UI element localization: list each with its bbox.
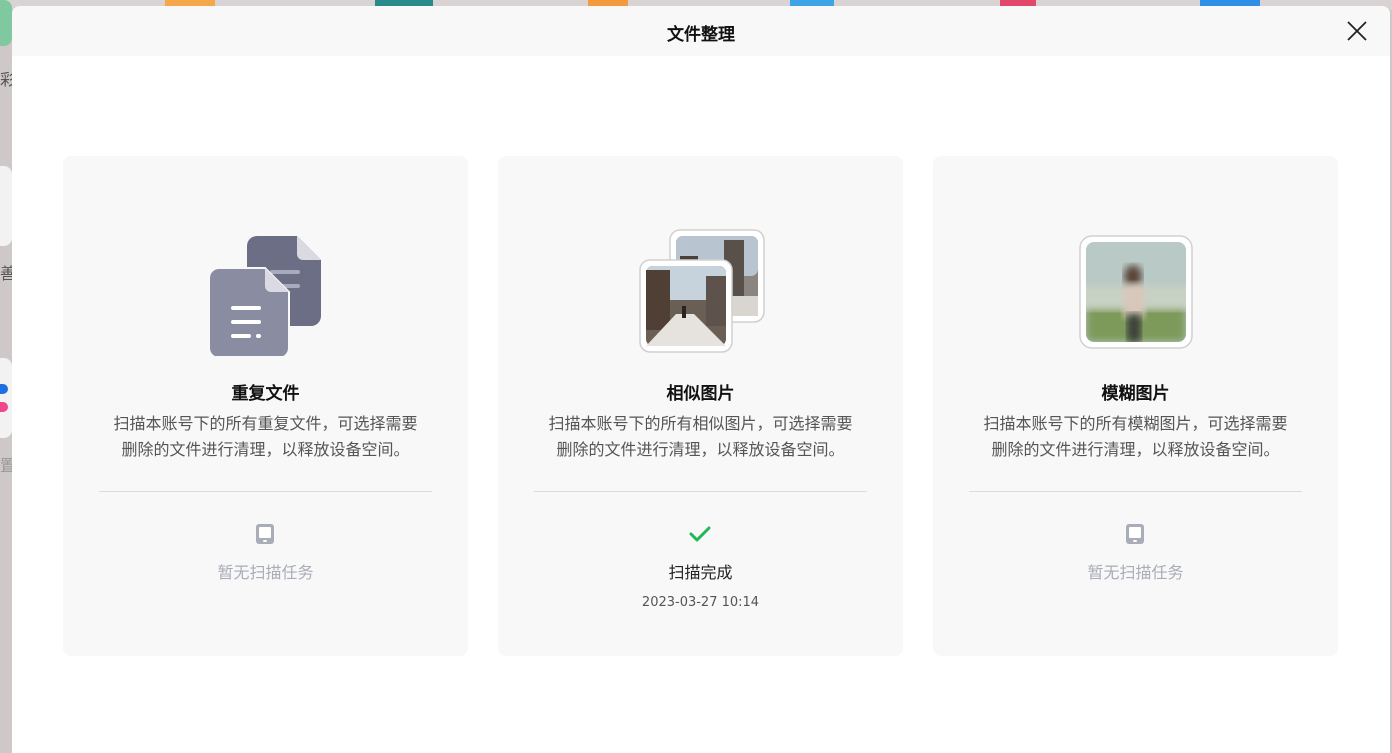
card-divider — [969, 491, 1302, 492]
card-description: 扫描本账号下的所有重复文件，可选择需要 删除的文件进行清理，以释放设备空间。 — [99, 411, 432, 463]
dialog-header: 文件整理 — [12, 6, 1390, 56]
card-description-line: 删除的文件进行清理，以释放设备空间。 — [121, 440, 410, 459]
card-title: 重复文件 — [231, 384, 300, 404]
desktop-app-icon — [0, 358, 12, 438]
scan-status: 扫描完成 — [668, 563, 733, 582]
card-title: 模糊图片 — [1101, 384, 1170, 404]
dialog-title: 文件整理 — [667, 25, 735, 45]
similar-images-icon — [498, 226, 903, 356]
card-description-line: 扫描本账号下的所有模糊图片，可选择需要 — [983, 414, 1288, 433]
card-similar-images[interactable]: 相似图片 扫描本账号下的所有相似图片，可选择需要 删除的文件进行清理，以释放设备… — [498, 156, 903, 656]
card-description-line: 删除的文件进行清理，以释放设备空间。 — [556, 440, 845, 459]
card-description-line: 删除的文件进行清理，以释放设备空间。 — [991, 440, 1280, 459]
scan-timestamp: 2023-03-27 10:14 — [641, 595, 760, 610]
scan-status: 暂无扫描任务 — [217, 563, 314, 582]
card-duplicate-files[interactable]: 重复文件 扫描本账号下的所有重复文件，可选择需要 删除的文件进行清理，以释放设备… — [63, 156, 468, 656]
card-description: 扫描本账号下的所有模糊图片，可选择需要 删除的文件进行清理，以释放设备空间。 — [969, 411, 1302, 463]
card-description-line: 扫描本账号下的所有重复文件，可选择需要 — [113, 414, 418, 433]
desktop-app-icon — [0, 166, 12, 246]
card-divider — [534, 491, 867, 492]
duplicate-files-icon — [63, 226, 468, 359]
card-description: 扫描本账号下的所有相似图片，可选择需要 删除的文件进行清理，以释放设备空间。 — [534, 411, 867, 463]
tablet-icon — [254, 522, 276, 546]
close-button[interactable] — [1346, 20, 1368, 42]
file-organize-dialog: 文件整理 重复文件 扫描本账号下的所有重复文件，可选择需要 删除的文件进行清理，… — [12, 6, 1390, 753]
card-description-line: 扫描本账号下的所有相似图片，可选择需要 — [548, 414, 853, 433]
scan-status: 暂无扫描任务 — [1087, 563, 1184, 582]
card-blurry-images[interactable]: 模糊图片 扫描本账号下的所有模糊图片，可选择需要 删除的文件进行清理，以释放设备… — [933, 156, 1338, 656]
tablet-icon — [1124, 522, 1146, 546]
blurry-images-icon — [933, 226, 1338, 356]
close-icon — [1347, 21, 1367, 41]
desktop-app-icon — [0, 0, 12, 46]
checkmark-icon — [689, 522, 711, 546]
card-divider — [99, 491, 432, 492]
card-title: 相似图片 — [666, 384, 735, 404]
